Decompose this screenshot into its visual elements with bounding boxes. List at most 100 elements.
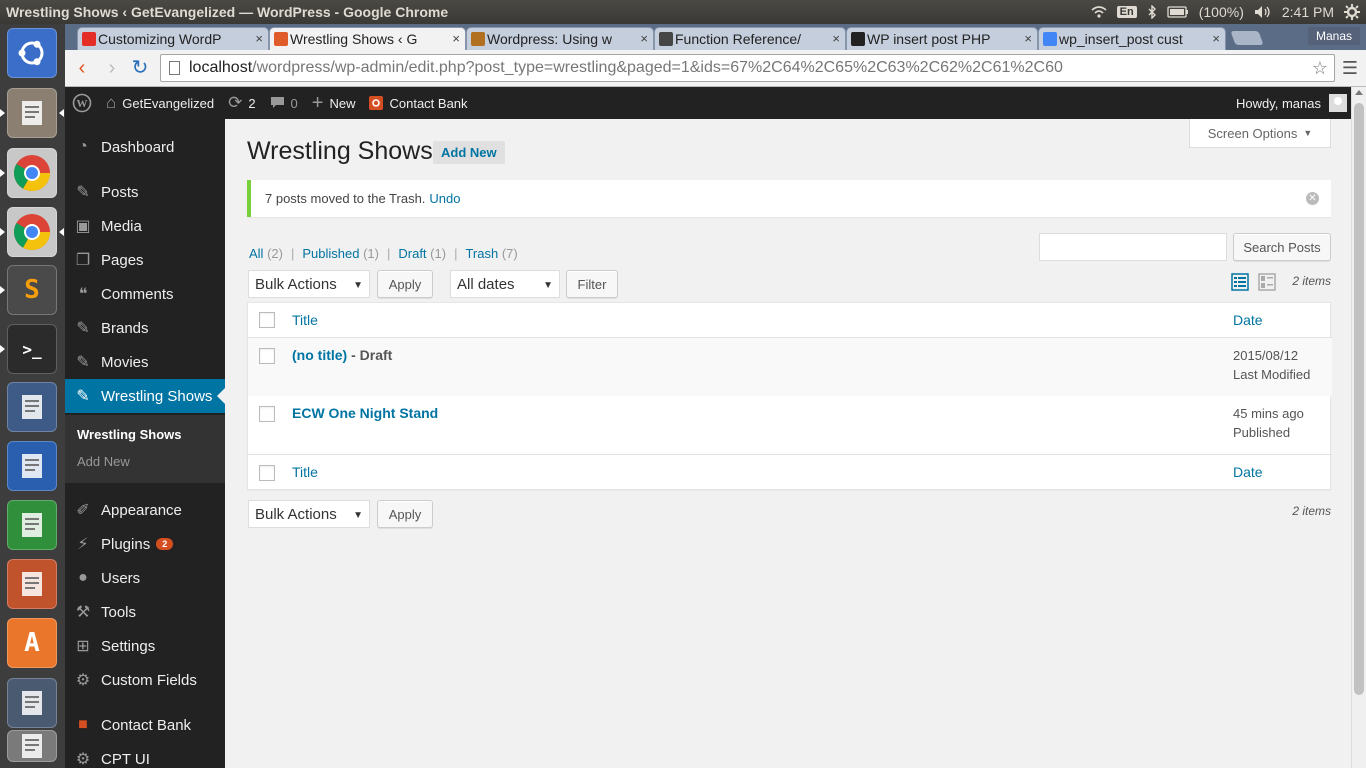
sidebar-item-appearance[interactable]: ✐ Appearance	[65, 493, 225, 527]
sidebar-item-media[interactable]: ▣ Media	[65, 209, 225, 243]
sidebar-item-cpt-ui[interactable]: ⚙ CPT UI	[65, 742, 225, 768]
reload-icon[interactable]: ↻	[129, 58, 151, 78]
apply-button-top[interactable]: Apply	[377, 270, 433, 298]
submenu-item-add-new[interactable]: Add New	[77, 454, 130, 469]
search-posts-button[interactable]: Search Posts	[1233, 233, 1331, 261]
sidebar-item-settings[interactable]: ⊞ Settings	[65, 629, 225, 663]
libreoffice-calc-icon[interactable]	[7, 500, 57, 550]
tab-close-icon[interactable]: ×	[255, 31, 263, 46]
screen-options-button[interactable]: Screen Options ▼	[1189, 119, 1331, 148]
main-content: Screen Options ▼ Wrestling Shows Add New…	[225, 119, 1351, 768]
forward-button[interactable]: ›	[101, 58, 123, 78]
updates-link[interactable]: ⟳ 2	[221, 87, 262, 119]
browser-tab[interactable]: WP insert post PHP ×	[846, 27, 1038, 50]
dismiss-icon[interactable]: ✕	[1306, 192, 1319, 205]
column-date-footer[interactable]: Date	[1233, 464, 1263, 480]
filter-published[interactable]: Published (1)	[302, 246, 379, 261]
software-center-icon[interactable]: A	[7, 618, 57, 668]
tab-close-icon[interactable]: ×	[1212, 31, 1220, 46]
excerpt-view-icon[interactable]	[1258, 273, 1276, 291]
chrome-menu-icon[interactable]: ☰	[1342, 58, 1358, 79]
site-name-link[interactable]: ⌂ GetEvangelized	[99, 87, 221, 119]
profile-button[interactable]: Manas	[1307, 27, 1360, 45]
drive-icon[interactable]	[7, 730, 57, 762]
terminal-icon[interactable]: >_	[0, 324, 57, 374]
tab-close-icon[interactable]: ×	[832, 31, 840, 46]
list-view-icon[interactable]	[1231, 273, 1249, 291]
select-all-checkbox[interactable]	[259, 312, 275, 328]
sidebar-item-dashboard[interactable]: ◔ Dashboard	[65, 130, 225, 164]
youtube-icon	[82, 32, 96, 46]
comments-link[interactable]: 0	[263, 87, 305, 119]
browser-tab[interactable]: Wordpress: Using w ×	[466, 27, 654, 50]
column-title-footer[interactable]: Title	[292, 464, 318, 480]
chrome-icon[interactable]	[0, 207, 64, 257]
chrome-icon[interactable]	[0, 148, 57, 198]
sidebar-item-posts[interactable]: ✎ Posts	[65, 175, 225, 209]
contact-bank-link[interactable]: Contact Bank	[362, 87, 474, 119]
filter-all[interactable]: All (2)	[249, 246, 283, 261]
sublime-text-icon[interactable]: S	[0, 265, 57, 315]
scrollbar-thumb[interactable]	[1354, 103, 1364, 695]
system-gear-icon[interactable]	[1344, 4, 1360, 20]
bulk-actions-select-bottom[interactable]: Bulk Actions ▼	[248, 500, 370, 528]
sidebar-item-tools[interactable]: ⚒ Tools	[65, 595, 225, 629]
wordpress-w-icon	[851, 32, 865, 46]
browser-tab[interactable]: Function Reference/ ×	[654, 27, 846, 50]
page-scrollbar[interactable]	[1351, 87, 1366, 768]
undo-link[interactable]: Undo	[429, 191, 460, 206]
ubuntu-dash-icon[interactable]	[7, 28, 57, 78]
wordpress-logo-icon[interactable]: W	[65, 87, 99, 119]
bluetooth-icon[interactable]	[1147, 5, 1157, 19]
row-title-link[interactable]: ECW One Night Stand	[292, 405, 438, 421]
files-icon[interactable]	[0, 88, 64, 138]
new-tab-button[interactable]	[1230, 31, 1264, 45]
bulk-actions-select-top[interactable]: Bulk Actions ▼	[248, 270, 370, 298]
browser-tab[interactable]: Wrestling Shows ‹ G ×	[269, 27, 466, 50]
sidebar-item-wrestling-shows[interactable]: ✎ Wrestling Shows	[65, 379, 225, 413]
my-account-link[interactable]: Howdy, manas	[1229, 87, 1351, 119]
sidebar-item-label: Appearance	[101, 501, 182, 519]
tab-close-icon[interactable]: ×	[1024, 31, 1032, 46]
row-checkbox[interactable]	[259, 348, 275, 364]
scroll-up-icon[interactable]	[1355, 90, 1363, 95]
search-input[interactable]	[1039, 233, 1227, 261]
browser-tab[interactable]: Customizing WordP ×	[77, 27, 269, 50]
row-title-link[interactable]: (no title) - Draft	[292, 347, 392, 363]
select-all-checkbox-footer[interactable]	[259, 465, 275, 481]
back-button[interactable]: ‹	[71, 58, 93, 78]
keyboard-language-indicator[interactable]: En	[1116, 6, 1137, 18]
bookmark-star-icon[interactable]: ☆	[1312, 58, 1328, 79]
sidebar-item-plugins[interactable]: ⚡ Plugins 2	[65, 527, 225, 561]
battery-icon[interactable]	[1167, 6, 1189, 18]
tab-close-icon[interactable]: ×	[640, 31, 648, 46]
column-title-header[interactable]: Title	[292, 312, 318, 328]
text-editor-icon[interactable]	[7, 382, 57, 432]
row-checkbox[interactable]	[259, 406, 275, 422]
system-settings-icon[interactable]	[7, 678, 57, 728]
apply-button-bottom[interactable]: Apply	[377, 500, 433, 528]
filter-trash[interactable]: Trash (7)	[465, 246, 517, 261]
submenu-item-all-wrestling-shows[interactable]: Wrestling Shows	[77, 427, 182, 442]
sidebar-item-users[interactable]: ● Users	[65, 561, 225, 595]
libreoffice-impress-icon[interactable]	[7, 559, 57, 609]
tab-close-icon[interactable]: ×	[452, 31, 460, 46]
new-content-link[interactable]: + New	[305, 87, 363, 119]
address-bar[interactable]: localhost/wordpress/wp-admin/edit.php?po…	[160, 54, 1335, 82]
sidebar-item-movies[interactable]: ✎ Movies	[65, 345, 225, 379]
column-date-header[interactable]: Date	[1233, 312, 1263, 328]
clock[interactable]: 2:41 PM	[1282, 4, 1334, 20]
wifi-icon[interactable]	[1091, 6, 1107, 18]
volume-icon[interactable]	[1254, 5, 1272, 19]
add-new-button[interactable]: Add New	[433, 141, 505, 164]
sidebar-item-brands[interactable]: ✎ Brands	[65, 311, 225, 345]
sidebar-item-contact-bank[interactable]: ■ Contact Bank	[65, 708, 225, 742]
sidebar-item-pages[interactable]: ❐ Pages	[65, 243, 225, 277]
libreoffice-writer-icon[interactable]	[7, 441, 57, 491]
sidebar-item-comments[interactable]: ❝ Comments	[65, 277, 225, 311]
filter-draft[interactable]: Draft (1)	[398, 246, 446, 261]
date-filter-select[interactable]: All dates ▼	[450, 270, 560, 298]
browser-tab[interactable]: wp_insert_post cust ×	[1038, 27, 1226, 50]
sidebar-item-custom-fields[interactable]: ⚙ Custom Fields	[65, 663, 225, 697]
filter-button[interactable]: Filter	[566, 270, 618, 298]
